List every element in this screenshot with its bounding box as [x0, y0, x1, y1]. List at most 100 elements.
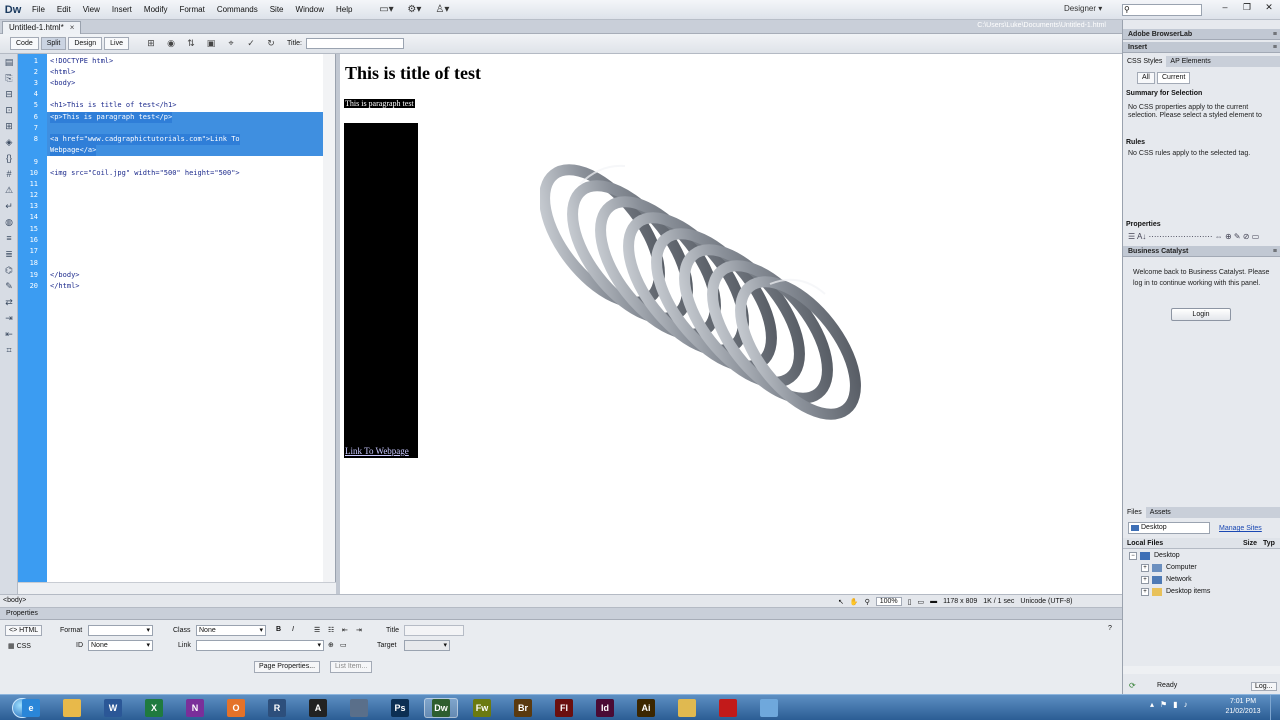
line-numbers-icon[interactable]: #: [0, 166, 18, 182]
code-line[interactable]: 5 <h1>This is title of test</h1>: [18, 100, 324, 111]
tab-assets[interactable]: Assets: [1146, 507, 1175, 518]
expand-icon[interactable]: +: [1141, 576, 1149, 584]
restore-icon[interactable]: ❐: [1236, 0, 1258, 14]
code-line[interactable]: 11: [18, 179, 324, 190]
extend-icon[interactable]: ♙▾: [428, 4, 456, 15]
type-column[interactable]: Typ: [1263, 538, 1275, 549]
taskbar-indesign[interactable]: Id: [588, 698, 622, 718]
html-mode-button[interactable]: <> HTML: [5, 625, 43, 636]
properties-toolbar[interactable]: ☰ A↓ ⋯⋯⋯⋯⋯⋯⋯⋯ ⇔ ⊕ ✎ ⊘ ▭: [1128, 233, 1278, 241]
menu-site[interactable]: Site: [264, 0, 290, 20]
link-input[interactable]: [196, 640, 324, 651]
workspace-switcher[interactable]: Designer ▾: [1064, 4, 1102, 13]
desktop-size-icon[interactable]: ▬: [930, 598, 937, 605]
local-files-column[interactable]: Local Files: [1127, 538, 1163, 549]
code-horizontal-scrollbar[interactable]: [18, 582, 336, 594]
wrap-tag-icon[interactable]: ⌬: [0, 262, 18, 278]
code-line[interactable]: 1 <!DOCTYPE html>: [18, 56, 324, 67]
list-item-button[interactable]: List Item...: [330, 661, 373, 673]
design-view-button[interactable]: Design: [68, 37, 103, 50]
size-column[interactable]: Size: [1243, 538, 1257, 549]
code-line[interactable]: 14: [18, 212, 324, 223]
tablet-size-icon[interactable]: ▭: [918, 598, 925, 606]
tree-item-desktop[interactable]: − Desktop: [1129, 551, 1180, 561]
help-search-input[interactable]: ⚲: [1122, 4, 1202, 16]
menu-help[interactable]: Help: [330, 0, 358, 20]
class-select[interactable]: None: [196, 625, 266, 636]
taskbar-photoshop[interactable]: Ps: [383, 698, 417, 718]
panel-menu-icon[interactable]: ≡: [1273, 29, 1277, 40]
login-button[interactable]: Login: [1171, 308, 1231, 321]
page-properties-button[interactable]: Page Properties...: [254, 661, 321, 673]
volume-icon[interactable]: ♪: [1184, 700, 1188, 709]
show-desktop-button[interactable]: [1270, 695, 1280, 720]
layout-icon[interactable]: ▭▾: [372, 4, 400, 15]
balance-braces-icon[interactable]: {}: [0, 150, 18, 166]
code-line[interactable]: 12: [18, 190, 324, 201]
point-to-file-icon[interactable]: ⊕: [328, 641, 334, 649]
code-line[interactable]: 13: [18, 201, 324, 212]
mobile-size-icon[interactable]: ▯: [908, 598, 912, 606]
coil-image[interactable]: [540, 144, 870, 434]
multiscreen-icon[interactable]: ⊞: [141, 38, 161, 49]
document-tab[interactable]: Untitled-1.html* ×: [2, 21, 82, 34]
flag-icon[interactable]: ⚑: [1160, 700, 1167, 709]
taskbar-app-19[interactable]: [752, 698, 786, 718]
taskbar-word[interactable]: W: [96, 698, 130, 718]
preview-icon[interactable]: ◉: [161, 38, 181, 49]
insert-panel-header[interactable]: Insert ≡: [1123, 42, 1280, 53]
taskbar-fireworks[interactable]: Fw: [465, 698, 499, 718]
code-line[interactable]: 16: [18, 235, 324, 246]
image-placeholder[interactable]: [344, 123, 418, 458]
menu-view[interactable]: View: [77, 0, 106, 20]
format-source-icon[interactable]: ⌗: [0, 342, 18, 358]
expand-all-icon[interactable]: ⊞: [0, 118, 18, 134]
hand-tool-icon[interactable]: ✋: [850, 598, 859, 606]
collapse-selection-icon[interactable]: ⊡: [0, 102, 18, 118]
zoom-tool-icon[interactable]: ⚲: [865, 598, 870, 606]
minimize-icon[interactable]: –: [1214, 0, 1236, 14]
site-select[interactable]: Desktop: [1128, 522, 1210, 534]
browserlab-panel-header[interactable]: Adobe BrowserLab ≡: [1123, 29, 1280, 40]
title-attr-input[interactable]: [404, 625, 464, 636]
network-tray-icon[interactable]: ▮: [1173, 700, 1177, 709]
ordered-list-icon[interactable]: ☷: [328, 626, 334, 634]
remove-comment-icon[interactable]: ≣: [0, 246, 18, 262]
code-line[interactable]: 6 <p>This is paragraph test</p>: [18, 112, 324, 123]
indent-list-icon[interactable]: ⇥: [356, 626, 362, 634]
taskbar-app-9[interactable]: [342, 698, 376, 718]
taskbar-recorder[interactable]: [711, 698, 745, 718]
code-line[interactable]: 9: [18, 157, 324, 168]
refresh-icon[interactable]: ↻: [261, 38, 281, 49]
open-documents-icon[interactable]: ▤: [0, 54, 18, 70]
help-icon[interactable]: ?: [1108, 625, 1112, 632]
taskbar-dreamweaver[interactable]: Dw: [424, 698, 458, 718]
clock[interactable]: 7:01 PM 21/02/2013: [1222, 697, 1264, 717]
code-line[interactable]: 17: [18, 246, 324, 257]
code-line[interactable]: 7: [18, 123, 324, 134]
code-view-button[interactable]: Code: [10, 37, 39, 50]
menu-edit[interactable]: Edit: [51, 0, 77, 20]
current-button[interactable]: Current: [1157, 72, 1191, 84]
select-tool-icon[interactable]: ↖: [838, 598, 844, 606]
page-heading[interactable]: This is title of test: [345, 63, 481, 84]
code-line[interactable]: Webpage</a>: [18, 145, 324, 156]
connect-icon[interactable]: ⟳: [1129, 681, 1136, 690]
menu-modify[interactable]: Modify: [138, 0, 174, 20]
window-size[interactable]: 1178 x 809: [943, 598, 977, 605]
design-view[interactable]: This is title of test This is paragraph …: [340, 54, 1122, 594]
close-tab-icon[interactable]: ×: [70, 23, 75, 32]
highlight-invalid-icon[interactable]: ⚠: [0, 182, 18, 198]
move-css-icon[interactable]: ⇄: [0, 294, 18, 310]
visual-aids-icon[interactable]: ▣: [201, 38, 221, 49]
zoom-select[interactable]: 100%: [875, 597, 902, 606]
code-line[interactable]: 18: [18, 258, 324, 269]
select-parent-tag-icon[interactable]: ◈: [0, 134, 18, 150]
page-link[interactable]: Link To Webpage: [344, 446, 410, 456]
page-paragraph[interactable]: This is paragraph test: [344, 99, 415, 108]
document-title-input[interactable]: [305, 38, 404, 49]
format-select[interactable]: [88, 625, 153, 636]
code-line[interactable]: 15: [18, 224, 324, 235]
bold-button[interactable]: B: [276, 626, 281, 633]
code-view[interactable]: 1 <!DOCTYPE html> 2 <html> 3 <body> 4 5 <h1>…: [18, 54, 336, 594]
